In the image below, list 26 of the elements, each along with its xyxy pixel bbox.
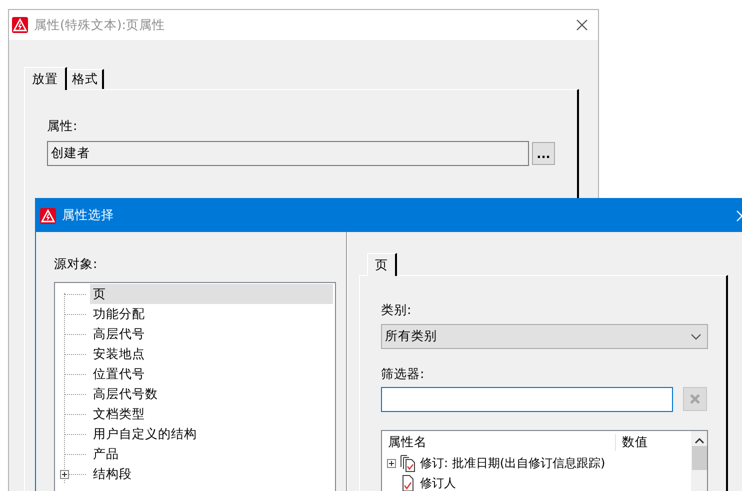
field-label: 源对象: <box>54 256 98 273</box>
tree-item[interactable]: 文档类型 <box>90 404 333 424</box>
window-title: 属性选择 <box>62 207 115 224</box>
property-name[interactable]: 修订人 <box>420 474 456 491</box>
browse-button[interactable]: ... <box>532 142 555 165</box>
tree-item[interactable]: 结构段 <box>90 464 333 484</box>
field-label: 类别: <box>381 302 412 319</box>
property-name[interactable]: 修订: 批准日期(出自修订信息跟踪) <box>420 454 606 472</box>
tree-item[interactable]: 安装地点 <box>90 344 333 364</box>
tree-item[interactable]: 功能分配 <box>90 304 333 324</box>
tab[interactable]: 页 <box>367 253 397 276</box>
window-title: 属性(特殊文本):页属性 <box>34 16 166 34</box>
property-field[interactable]: 创建者 <box>47 141 529 166</box>
category-dropdown[interactable]: 所有类别 <box>381 324 708 349</box>
tree-item[interactable]: 高层代号数 <box>90 384 333 404</box>
tab[interactable]: 放置 <box>24 67 67 90</box>
field-label: 筛选器: <box>381 366 426 383</box>
column-header[interactable]: 属性名 <box>382 434 616 450</box>
column-header[interactable]: 数值 <box>616 434 648 450</box>
field-label: 属性: <box>47 118 78 135</box>
tree-item[interactable]: 位置代号 <box>90 364 333 384</box>
tree-item[interactable]: 用户自定义的结构 <box>90 424 333 444</box>
tab[interactable]: 格式 <box>67 69 104 89</box>
tree-item[interactable]: 页 <box>90 284 333 304</box>
tree-item[interactable]: 产品 <box>90 444 333 464</box>
tree-item[interactable]: 高层代号 <box>90 324 333 344</box>
